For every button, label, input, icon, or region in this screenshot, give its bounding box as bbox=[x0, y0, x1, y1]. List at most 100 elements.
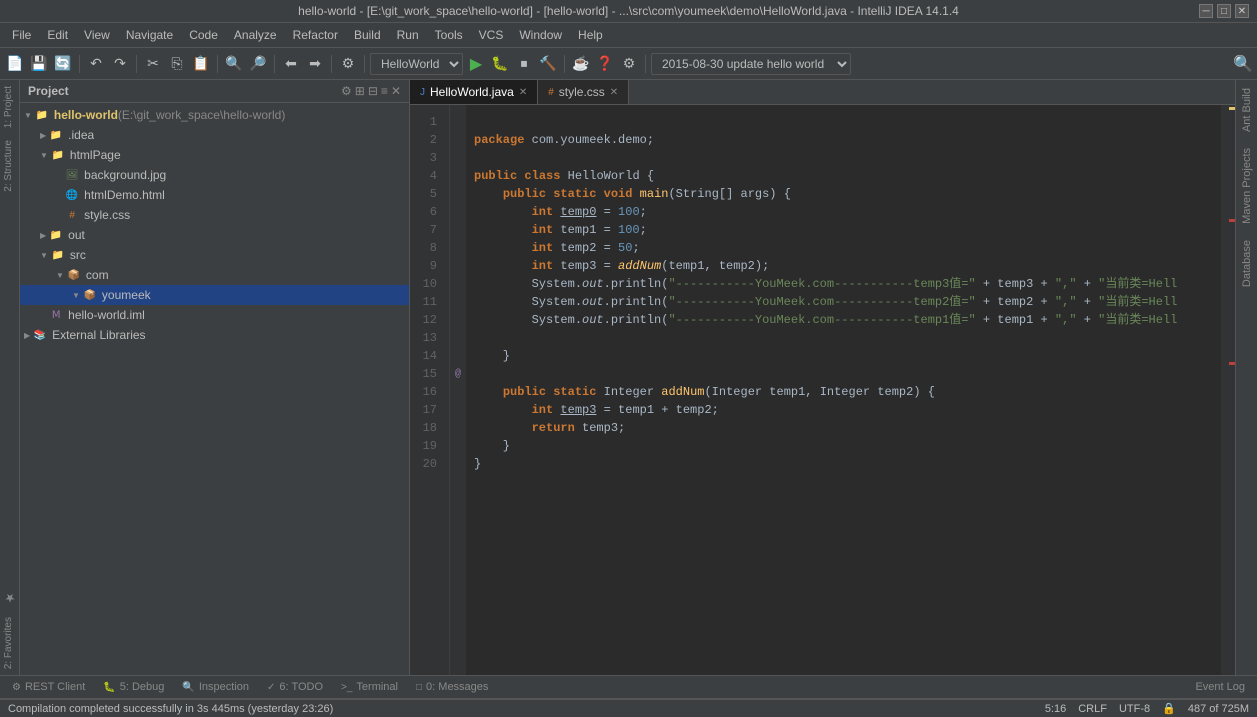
menu-help[interactable]: Help bbox=[570, 25, 611, 45]
tab-style-close[interactable]: ✕ bbox=[610, 87, 618, 98]
tree-idea[interactable]: ▶ 📁 .idea bbox=[20, 125, 409, 145]
run-config-dropdown[interactable]: HelloWorld bbox=[370, 53, 463, 75]
project-panel-header: Project ⚙ ⊞ ⊟ ≡ ✕ bbox=[20, 80, 409, 103]
minimize-button[interactable]: ─ bbox=[1199, 4, 1213, 18]
code-content[interactable]: package com.youmeek.demo; public class H… bbox=[466, 105, 1221, 675]
gutter-4 bbox=[450, 167, 466, 185]
line-11: System.out.println("-----------YouMeek.c… bbox=[474, 313, 1177, 327]
com-label: com bbox=[86, 268, 109, 282]
tab-helloworld-close[interactable]: ✕ bbox=[519, 87, 527, 98]
line-4: public static void main(String[] args) { bbox=[474, 187, 791, 201]
extlibs-folder-icon: 📚 bbox=[32, 327, 48, 343]
src-folder-icon: 📁 bbox=[50, 247, 66, 263]
tree-style-css[interactable]: ▶ # style.css bbox=[20, 205, 409, 225]
tool-tab-inspection[interactable]: 🔍 Inspection bbox=[174, 678, 257, 696]
close-button[interactable]: ✕ bbox=[1235, 4, 1249, 18]
tool-tab-event-log[interactable]: Event Log bbox=[1187, 678, 1253, 696]
style-css-icon: # bbox=[64, 207, 80, 223]
tab-helloworld-java[interactable]: J HelloWorld.java ✕ bbox=[410, 80, 538, 104]
menu-build[interactable]: Build bbox=[346, 25, 389, 45]
find-replace-button[interactable]: 🔎 bbox=[247, 53, 269, 75]
tree-htmldemo[interactable]: ▶ 🌐 htmlDemo.html bbox=[20, 185, 409, 205]
file-encoding[interactable]: UTF-8 bbox=[1119, 703, 1150, 715]
panel-tab-structure[interactable]: 2: Structure bbox=[0, 134, 19, 198]
save-button[interactable]: 💾 bbox=[28, 53, 50, 75]
panel-tab-project[interactable]: 1: Project bbox=[0, 80, 19, 134]
menu-run[interactable]: Run bbox=[389, 25, 427, 45]
tree-src[interactable]: ▼ 📁 src bbox=[20, 245, 409, 265]
project-collapse-icon[interactable]: ⊟ bbox=[368, 84, 378, 98]
gutter-2 bbox=[450, 131, 466, 149]
tool-tab-messages[interactable]: □ 0: Messages bbox=[408, 678, 496, 696]
tool-tab-rest-client[interactable]: ⚙ REST Client bbox=[4, 678, 93, 696]
structure-button[interactable]: ⚙ bbox=[337, 53, 359, 75]
cursor-position[interactable]: 5:16 bbox=[1045, 703, 1066, 715]
debug-button[interactable]: 🐛 bbox=[489, 53, 511, 75]
line-num-12: 12 bbox=[410, 311, 443, 329]
right-tab-ant[interactable]: Ant Build bbox=[1237, 80, 1257, 140]
tool-tab-debug[interactable]: 🐛 5: Debug bbox=[95, 678, 172, 696]
sdk-button[interactable]: ☕ bbox=[570, 53, 592, 75]
copy-button[interactable]: ⎘ bbox=[166, 53, 188, 75]
line-1: package com.youmeek.demo; bbox=[474, 133, 654, 147]
memory-indicator: 487 of 725M bbox=[1188, 703, 1249, 715]
menu-analyze[interactable]: Analyze bbox=[226, 25, 285, 45]
run-button[interactable]: ▶ bbox=[465, 53, 487, 75]
settings-button[interactable]: ⚙ bbox=[618, 53, 640, 75]
tree-com[interactable]: ▼ 📦 com bbox=[20, 265, 409, 285]
menu-view[interactable]: View bbox=[76, 25, 118, 45]
line-9: System.out.println("-----------YouMeek.c… bbox=[474, 277, 1177, 291]
tree-iml[interactable]: ▶ Ⅿ hello-world.iml bbox=[20, 305, 409, 325]
tab-css-icon: # bbox=[548, 87, 554, 98]
line-8: int temp3 = addNum(temp1, temp2); bbox=[474, 259, 769, 273]
help-button[interactable]: ❓ bbox=[594, 53, 616, 75]
menu-vcs[interactable]: VCS bbox=[471, 25, 512, 45]
tool-tab-todo[interactable]: ✓ 6: TODO bbox=[259, 678, 331, 696]
right-tab-maven[interactable]: Maven Projects bbox=[1237, 140, 1257, 232]
redo-button[interactable]: ↷ bbox=[109, 53, 131, 75]
forward-button[interactable]: ➡ bbox=[304, 53, 326, 75]
tab-style-css[interactable]: # style.css ✕ bbox=[538, 80, 629, 104]
tree-htmlpage[interactable]: ▼ 📁 htmlPage bbox=[20, 145, 409, 165]
cut-button[interactable]: ✂ bbox=[142, 53, 164, 75]
menu-edit[interactable]: Edit bbox=[39, 25, 76, 45]
project-expand-icon[interactable]: ⊞ bbox=[355, 84, 365, 98]
src-label: src bbox=[70, 248, 86, 262]
menu-refactor[interactable]: Refactor bbox=[285, 25, 346, 45]
find-button[interactable]: 🔍 bbox=[223, 53, 245, 75]
menu-file[interactable]: File bbox=[4, 25, 39, 45]
toolbar-separator-2 bbox=[136, 55, 137, 73]
src-expand-icon: ▼ bbox=[40, 251, 48, 260]
stop-button[interactable]: ⏹ bbox=[513, 53, 535, 75]
tree-root[interactable]: ▼ 📁 hello-world (E:\git_work_space\hello… bbox=[20, 105, 409, 125]
right-tab-database[interactable]: Database bbox=[1237, 232, 1257, 295]
new-file-button[interactable]: 📄 bbox=[4, 53, 26, 75]
menu-window[interactable]: Window bbox=[511, 25, 570, 45]
menu-tools[interactable]: Tools bbox=[427, 25, 471, 45]
tab-style-label: style.css bbox=[559, 85, 605, 99]
panel-tab-favorites-label[interactable]: 2: Favorites bbox=[0, 611, 19, 675]
panel-tab-favorites[interactable]: ★ bbox=[0, 585, 19, 611]
tool-tab-terminal[interactable]: >_ Terminal bbox=[333, 678, 406, 696]
line-separator[interactable]: CRLF bbox=[1078, 703, 1107, 715]
paste-button[interactable]: 📋 bbox=[190, 53, 212, 75]
project-settings-icon[interactable]: ⚙ bbox=[341, 84, 352, 98]
vcs-dropdown[interactable]: 2015-08-30 update hello world bbox=[651, 53, 851, 75]
tree-youmeek[interactable]: ▼ 📦 youmeek bbox=[20, 285, 409, 305]
global-search-button[interactable]: 🔍 bbox=[1233, 54, 1253, 74]
maximize-button[interactable]: □ bbox=[1217, 4, 1231, 18]
tree-out[interactable]: ▶ 📁 out bbox=[20, 225, 409, 245]
menu-code[interactable]: Code bbox=[181, 25, 226, 45]
menu-navigate[interactable]: Navigate bbox=[118, 25, 181, 45]
back-button[interactable]: ⬅ bbox=[280, 53, 302, 75]
tree-background-jpg[interactable]: ▶ 🖼 background.jpg bbox=[20, 165, 409, 185]
gutter: @ bbox=[450, 105, 466, 675]
sync-button[interactable]: 🔄 bbox=[52, 53, 74, 75]
gutter-15[interactable]: @ bbox=[450, 365, 466, 383]
undo-button[interactable]: ↶ bbox=[85, 53, 107, 75]
build-button[interactable]: 🔨 bbox=[537, 53, 559, 75]
project-hide-icon[interactable]: ✕ bbox=[391, 84, 401, 98]
project-gear-icon[interactable]: ≡ bbox=[381, 84, 388, 98]
tree-ext-libs[interactable]: ▶ 📚 External Libraries bbox=[20, 325, 409, 345]
line-10: System.out.println("-----------YouMeek.c… bbox=[474, 295, 1177, 309]
